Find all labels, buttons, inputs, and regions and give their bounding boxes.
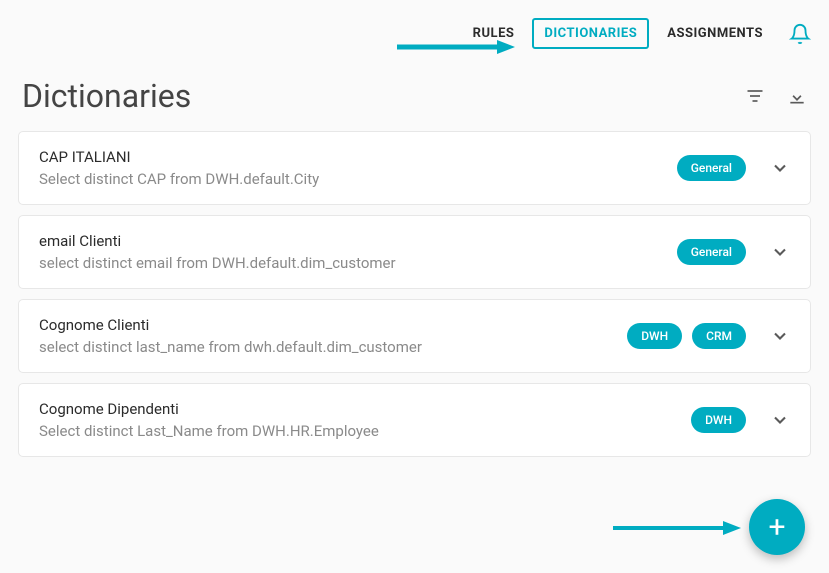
title-row: Dictionaries [0, 49, 829, 131]
tab-dictionaries[interactable]: DICTIONARIES [532, 18, 649, 49]
list-item[interactable]: Cognome Clienti select distinct last_nam… [18, 299, 811, 373]
tag-chip[interactable]: CRM [692, 323, 746, 349]
item-subtitle: select distinct last_name from dwh.defau… [39, 338, 627, 356]
chevron-down-icon[interactable] [770, 242, 790, 262]
list-item[interactable]: email Clienti select distinct email from… [18, 215, 811, 289]
annotation-arrow-bottom [613, 521, 741, 535]
plus-icon: + [768, 510, 785, 545]
chevron-down-icon[interactable] [770, 326, 790, 346]
item-title: Cognome Clienti [39, 316, 627, 334]
item-subtitle: Select distinct CAP from DWH.default.Cit… [39, 170, 677, 188]
chevron-down-icon[interactable] [770, 410, 790, 430]
dictionary-list: CAP ITALIANI Select distinct CAP from DW… [0, 131, 829, 457]
top-nav: RULES DICTIONARIES ASSIGNMENTS [0, 0, 829, 49]
page-title: Dictionaries [22, 77, 191, 115]
list-item[interactable]: Cognome Dipendenti Select distinct Last_… [18, 383, 811, 457]
tab-rules[interactable]: RULES [461, 18, 527, 49]
list-item[interactable]: CAP ITALIANI Select distinct CAP from DW… [18, 131, 811, 205]
tab-assignments[interactable]: ASSIGNMENTS [655, 18, 775, 49]
item-title: Cognome Dipendenti [39, 400, 691, 418]
item-subtitle: select distinct email from DWH.default.d… [39, 254, 677, 272]
item-title: CAP ITALIANI [39, 148, 677, 166]
item-title: email Clienti [39, 232, 677, 250]
tag-chip[interactable]: General [677, 239, 746, 265]
notifications-icon[interactable] [789, 23, 811, 45]
tag-chip[interactable]: DWH [627, 323, 682, 349]
add-button[interactable]: + [749, 499, 805, 555]
tag-chip[interactable]: General [677, 155, 746, 181]
item-subtitle: Select distinct Last_Name from DWH.HR.Em… [39, 422, 691, 440]
filter-icon[interactable] [745, 86, 765, 106]
download-icon[interactable] [787, 86, 807, 106]
tag-chip[interactable]: DWH [691, 407, 746, 433]
chevron-down-icon[interactable] [770, 158, 790, 178]
